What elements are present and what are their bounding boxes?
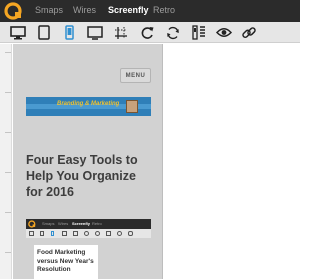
mobile-phone-button[interactable] <box>58 22 80 43</box>
thumbnail-scrollbars-toggle-icon <box>106 231 111 236</box>
rotate-icon <box>141 26 154 39</box>
thumbnail-nav-item: Wires <box>58 221 69 226</box>
custom-size-icon <box>115 26 127 39</box>
custom-size-button[interactable] <box>110 22 132 43</box>
link-icon <box>242 26 256 38</box>
desktop-button[interactable] <box>7 22 29 43</box>
ruler-tick <box>5 92 11 93</box>
thumbnail-toolbar <box>26 229 151 238</box>
thumbnail-nav-item: Screenfly <box>72 221 91 226</box>
banner-text: Branding & Marketing <box>57 101 120 107</box>
tablet-button[interactable] <box>33 22 55 43</box>
scrollbars-toggle-button[interactable] <box>188 22 210 43</box>
thumbnail-tablet-icon <box>40 231 44 236</box>
workspace-background <box>163 44 300 279</box>
quirktools-logo-icon[interactable] <box>4 2 23 20</box>
tablet-icon <box>38 25 50 40</box>
thumbnail-custom-size-icon <box>73 231 78 236</box>
nav-item-smaps[interactable]: Smaps <box>35 5 63 16</box>
desktop-icon <box>10 25 26 39</box>
eye-button[interactable] <box>213 22 235 43</box>
article-thumbnail[interactable]: Smaps Wires Screenfly Retro Food Marketi… <box>26 219 151 279</box>
ruler-tick <box>5 252 11 253</box>
thumbnail-mobile-phone-icon <box>51 231 54 236</box>
top-nav: Smaps Wires Screenfly Retro <box>0 0 300 22</box>
nav-item-retro[interactable]: Retro <box>153 5 175 16</box>
vertical-ruler <box>0 44 12 279</box>
television-button[interactable] <box>84 22 106 43</box>
device-toolbar <box>0 22 300 43</box>
ruler-tick <box>5 52 11 53</box>
thumbnail-eye-icon <box>117 231 122 236</box>
ruler-tick <box>5 212 11 213</box>
refresh-button[interactable] <box>162 22 184 43</box>
thumbnail-nav-item: Smaps <box>42 221 55 226</box>
refresh-icon <box>167 26 179 39</box>
nav-item-screenfly[interactable]: Screenfly <box>108 5 149 16</box>
thumbnail-post-title: Food Marketing versus New Year's Resolut… <box>37 249 94 273</box>
site-banner[interactable]: Branding & Marketing <box>26 97 151 116</box>
thumbnail-desktop-icon <box>29 231 34 236</box>
television-icon <box>87 25 103 40</box>
ruler-tick <box>5 172 11 173</box>
quirktools-logo-icon <box>28 220 36 228</box>
link-button[interactable] <box>238 22 260 43</box>
thumbnail-television-icon <box>62 231 67 236</box>
thumbnail-nav-item: Retro <box>92 221 102 226</box>
post-title[interactable]: Four Easy Tools to Help You Organize for… <box>26 152 156 200</box>
scrollbars-toggle-icon <box>192 25 205 40</box>
mobile-phone-icon <box>64 25 74 40</box>
nav-item-wires[interactable]: Wires <box>73 5 96 16</box>
thumbnail-rotate-icon <box>84 231 89 236</box>
ruler-tick <box>5 132 11 133</box>
thumbnail-nav: Smaps Wires Screenfly Retro <box>26 219 151 229</box>
eye-icon <box>216 28 232 37</box>
thumbnail-refresh-icon <box>95 231 100 236</box>
banner-photo <box>126 100 138 113</box>
rotate-button[interactable] <box>136 22 158 43</box>
thumbnail-link-icon <box>128 231 133 236</box>
menu-button[interactable]: MENU <box>120 68 151 83</box>
